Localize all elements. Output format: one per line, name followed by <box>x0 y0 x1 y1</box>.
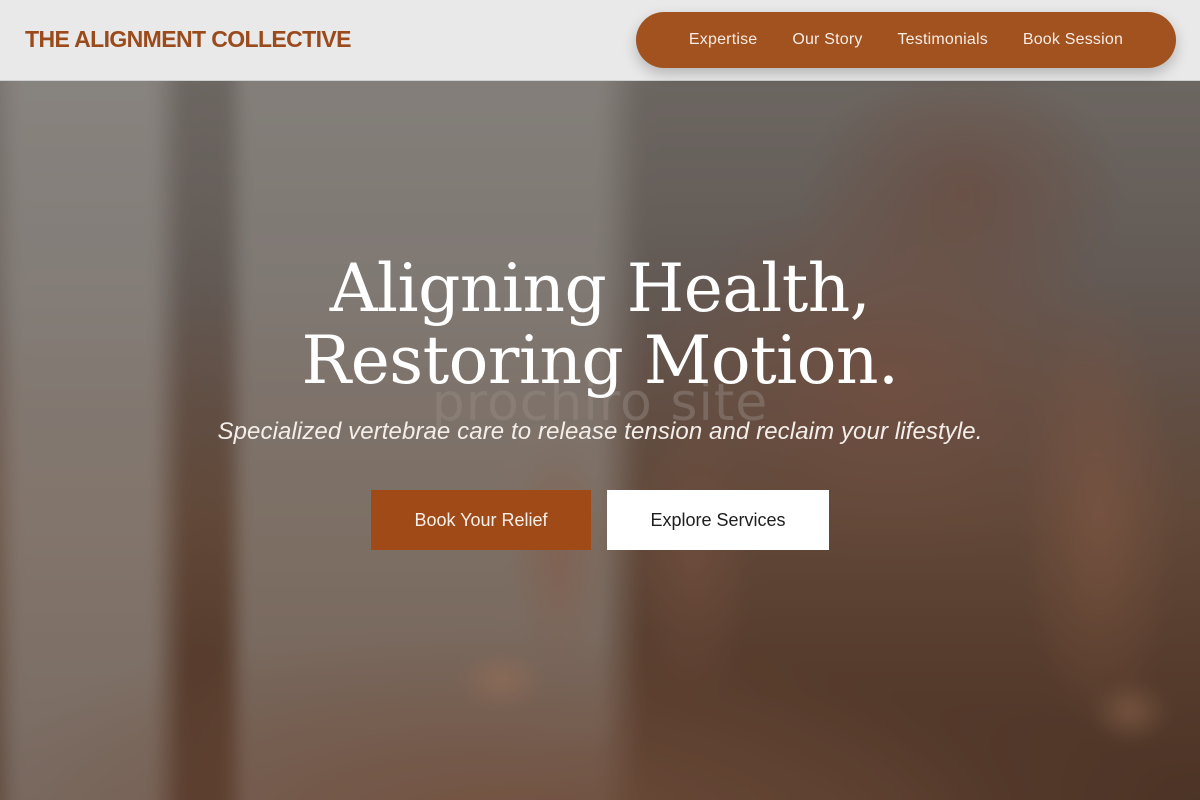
explore-services-button[interactable]: Explore Services <box>607 490 829 550</box>
brand-logo-text[interactable]: THE ALIGNMENT COLLECTIVE <box>25 26 352 53</box>
hero-headline-line-1: Aligning Health, <box>329 250 871 327</box>
main-nav: Expertise Our Story Testimonials Book Se… <box>636 12 1176 68</box>
nav-link-testimonials[interactable]: Testimonials <box>897 31 987 49</box>
hero-headline: Aligning Health, Restoring Motion. <box>0 253 1200 397</box>
hero-headline-line-2: Restoring Motion. <box>301 322 899 399</box>
hero-cta-group: Book Your Relief Explore Services <box>371 490 829 550</box>
hero-subtitle: Specialized vertebrae care to release te… <box>217 418 983 445</box>
nav-link-book-session[interactable]: Book Session <box>1023 31 1123 49</box>
site-header: THE ALIGNMENT COLLECTIVE Expertise Our S… <box>0 0 1200 81</box>
nav-link-our-story[interactable]: Our Story <box>792 31 862 49</box>
page: THE ALIGNMENT COLLECTIVE Expertise Our S… <box>0 0 1200 800</box>
nav-link-expertise[interactable]: Expertise <box>689 31 758 49</box>
hero-section: prochiro site Aligning Health, Restoring… <box>0 81 1200 800</box>
book-your-relief-button[interactable]: Book Your Relief <box>371 490 591 550</box>
